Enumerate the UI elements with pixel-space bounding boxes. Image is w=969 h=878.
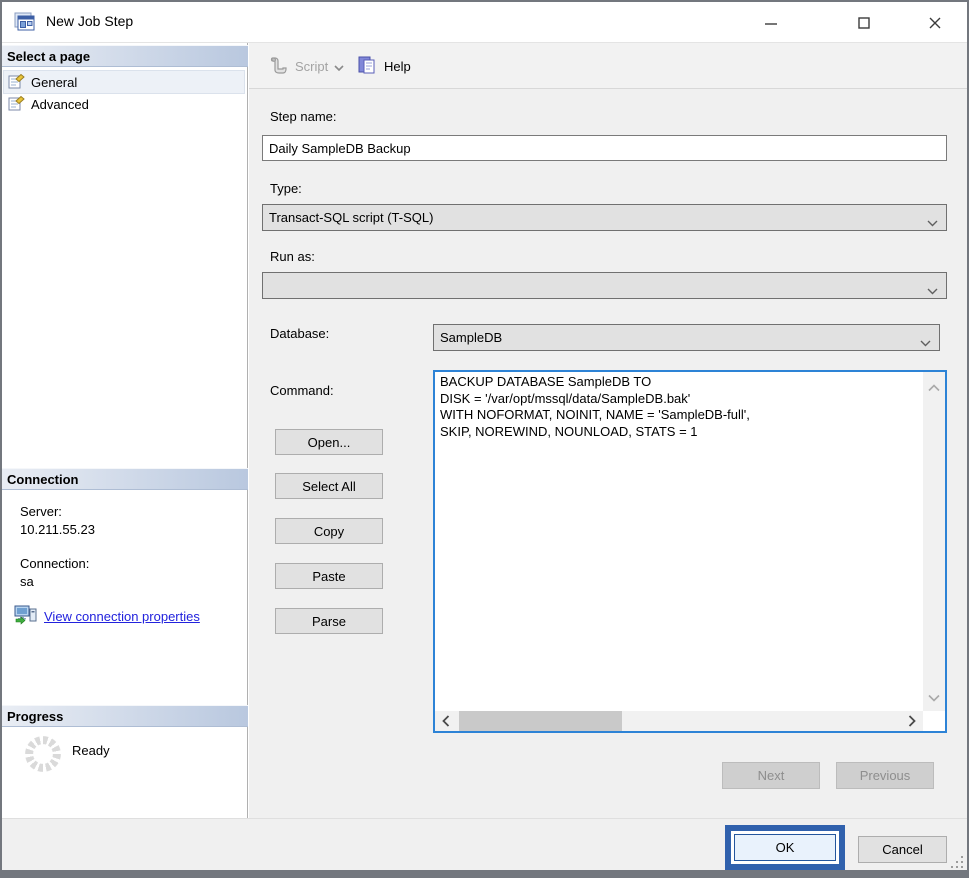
- view-connection-properties-row: View connection properties: [14, 605, 200, 628]
- sidebar-item-label: Advanced: [31, 97, 89, 112]
- database-selected-value: SampleDB: [440, 330, 502, 345]
- ok-button[interactable]: OK: [734, 834, 836, 861]
- chevron-down-icon: [927, 283, 938, 298]
- step-name-input[interactable]: [262, 135, 947, 161]
- command-label: Command:: [270, 383, 334, 398]
- footer: OK Cancel: [2, 818, 967, 870]
- scroll-down-icon[interactable]: [928, 690, 940, 705]
- step-name-label: Step name:: [270, 109, 337, 124]
- new-job-step-dialog: New Job Step Select a page: [0, 0, 969, 878]
- command-horizontal-scrollbar[interactable]: [435, 711, 923, 731]
- scroll-left-icon[interactable]: [442, 715, 450, 730]
- progress-spinner-icon: [24, 735, 62, 773]
- parse-button[interactable]: Parse: [275, 608, 383, 634]
- network-computer-icon: [14, 605, 38, 628]
- resize-grip-icon[interactable]: [951, 856, 963, 868]
- cancel-button[interactable]: Cancel: [858, 836, 947, 863]
- scroll-up-icon[interactable]: [928, 380, 940, 395]
- command-vertical-scrollbar[interactable]: [923, 372, 945, 711]
- page-general-icon: [8, 73, 25, 92]
- select-a-page-header: Select a page: [2, 45, 248, 67]
- main-panel: Script Help: [249, 43, 967, 818]
- close-icon[interactable]: [918, 10, 952, 36]
- progress-status: Ready: [72, 743, 110, 758]
- previous-button[interactable]: Previous: [836, 762, 934, 789]
- script-dropdown-icon[interactable]: [334, 59, 344, 74]
- help-label: Help: [384, 59, 411, 74]
- minimize-icon[interactable]: [754, 10, 788, 36]
- open-button[interactable]: Open...: [275, 429, 383, 455]
- job-step-window-icon: [14, 12, 38, 32]
- copy-button[interactable]: Copy: [275, 518, 383, 544]
- window-title: New Job Step: [46, 13, 133, 29]
- chevron-down-icon: [927, 215, 938, 230]
- connection-label: Connection:: [20, 556, 89, 571]
- paste-button[interactable]: Paste: [275, 563, 383, 589]
- command-textarea[interactable]: BACKUP DATABASE SampleDB TO DISK = '/var…: [433, 370, 947, 733]
- server-value: 10.211.55.23: [20, 522, 95, 537]
- type-label: Type:: [270, 181, 302, 196]
- titlebar: New Job Step: [2, 2, 967, 43]
- horizontal-scroll-thumb[interactable]: [459, 711, 622, 731]
- type-select[interactable]: Transact-SQL script (T-SQL): [262, 204, 947, 231]
- database-label: Database:: [270, 326, 329, 341]
- help-button[interactable]: Help: [356, 51, 411, 81]
- server-label: Server:: [20, 504, 62, 519]
- sidebar-item-general[interactable]: General: [4, 71, 244, 93]
- script-label: Script: [295, 59, 328, 74]
- run-as-select[interactable]: [262, 272, 947, 299]
- scroll-right-icon[interactable]: [908, 715, 916, 730]
- dialog-body: Select a page General: [2, 43, 967, 818]
- view-connection-properties-link[interactable]: View connection properties: [44, 609, 200, 624]
- page-advanced-icon: [8, 95, 25, 114]
- connection-header: Connection: [2, 468, 248, 490]
- command-text[interactable]: BACKUP DATABASE SampleDB TO DISK = '/var…: [435, 372, 923, 711]
- chevron-down-icon: [920, 335, 931, 350]
- type-selected-value: Transact-SQL script (T-SQL): [269, 210, 433, 225]
- progress-header: Progress: [2, 705, 248, 727]
- toolbar: Script Help: [249, 43, 967, 89]
- script-scroll-icon: [267, 54, 289, 79]
- maximize-icon[interactable]: [847, 10, 881, 36]
- run-as-label: Run as:: [270, 249, 315, 264]
- sidebar: Select a page General: [2, 43, 248, 818]
- sidebar-item-advanced[interactable]: Advanced: [4, 93, 244, 115]
- connection-value: sa: [20, 574, 34, 589]
- select-all-button[interactable]: Select All: [275, 473, 383, 499]
- ok-button-highlight: OK: [725, 825, 845, 870]
- script-button[interactable]: Script: [267, 51, 344, 81]
- help-book-icon: [356, 54, 378, 79]
- database-select[interactable]: SampleDB: [433, 324, 940, 351]
- next-button[interactable]: Next: [722, 762, 820, 789]
- sidebar-item-label: General: [31, 75, 77, 90]
